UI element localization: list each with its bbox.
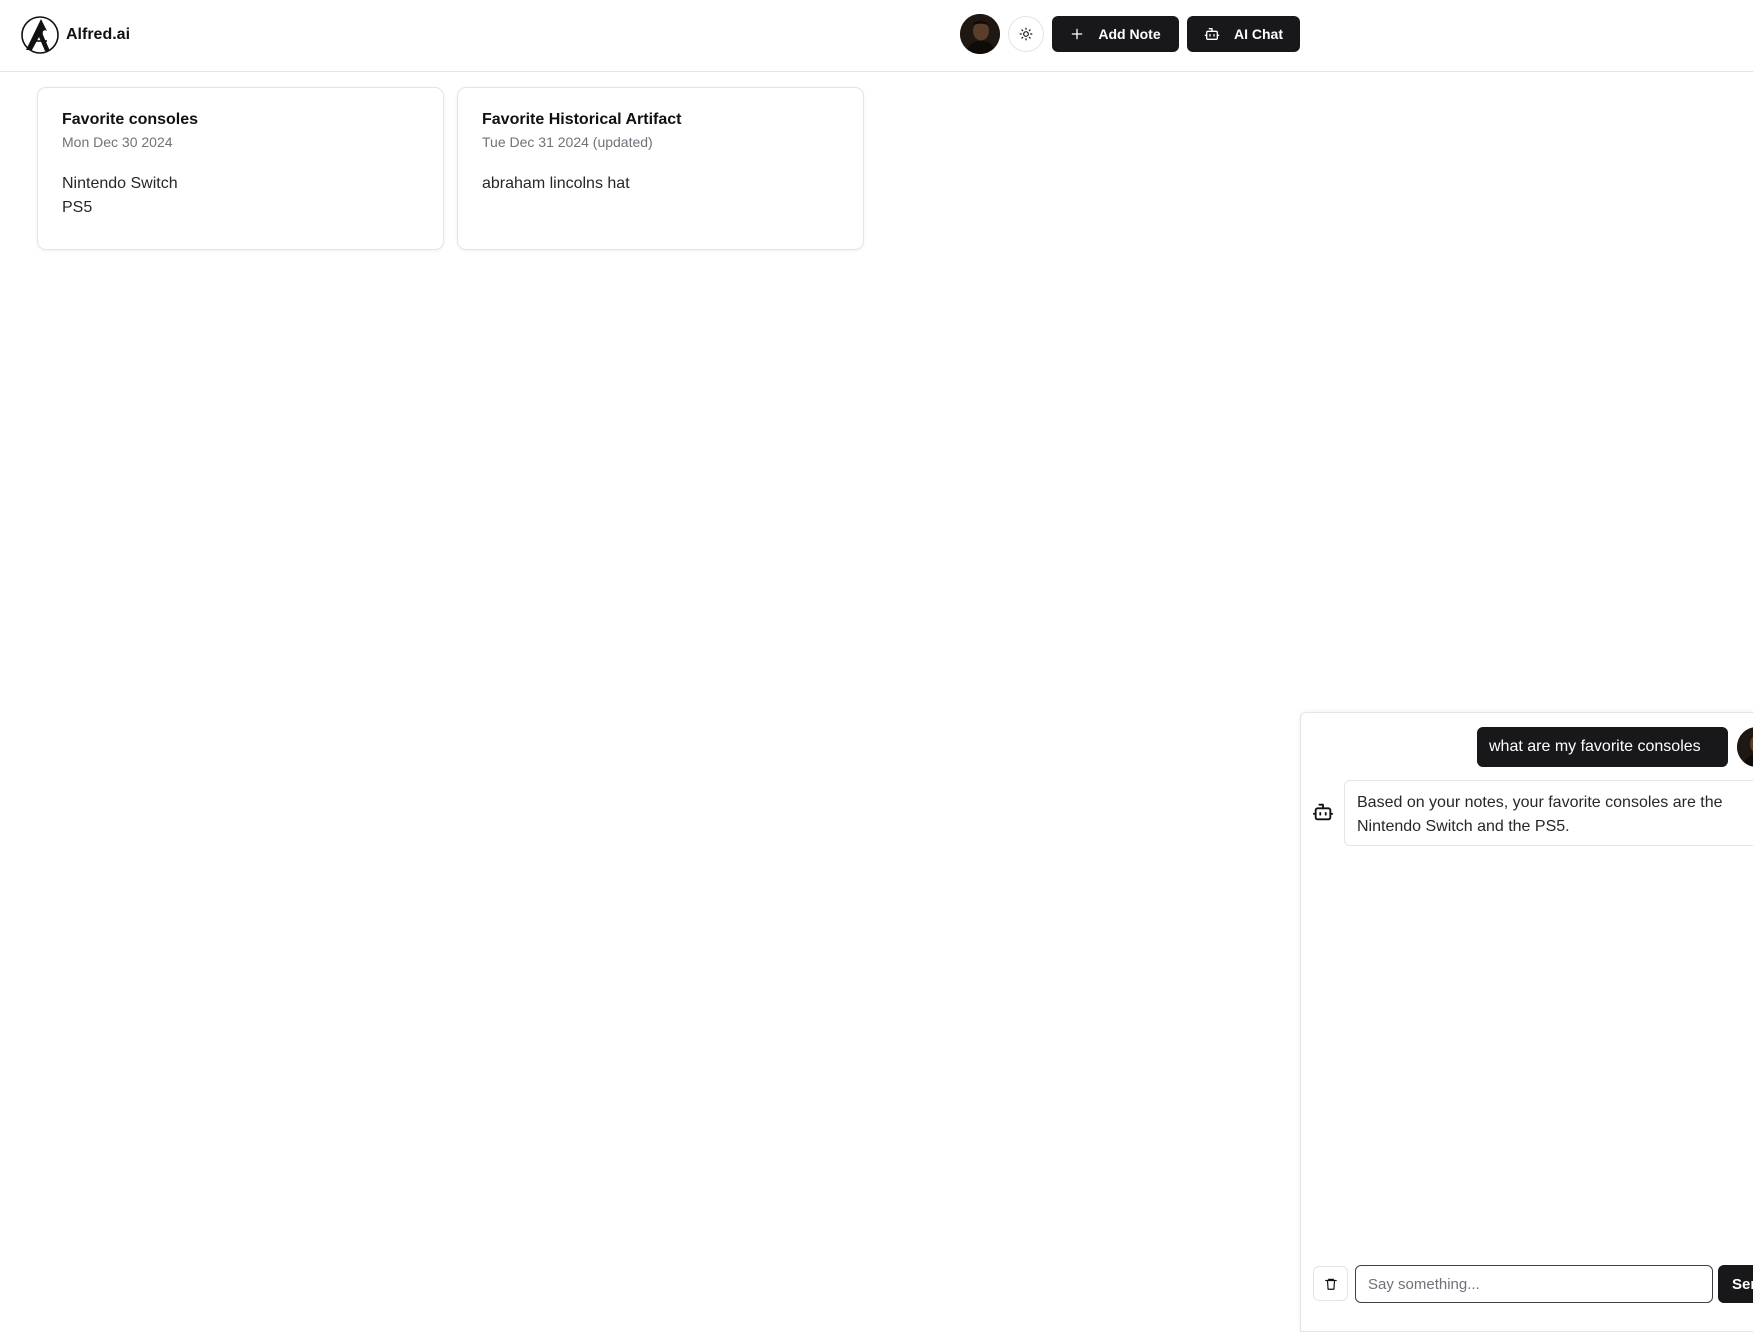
ai-chat-label: AI Chat [1234, 26, 1283, 42]
note-card[interactable]: Favorite consoles Mon Dec 30 2024 Ninten… [37, 87, 444, 250]
header-actions: Add Note AI Chat [960, 14, 1300, 54]
trash-icon [1324, 1278, 1337, 1290]
ai-chat-button[interactable]: AI Chat [1187, 16, 1300, 52]
avatar-image [960, 14, 1000, 54]
notes-grid: Favorite consoles Mon Dec 30 2024 Ninten… [37, 87, 864, 250]
brand[interactable]: Alfred.ai [20, 15, 130, 55]
add-note-button[interactable]: Add Note [1052, 16, 1179, 52]
clear-chat-button[interactable] [1313, 1266, 1348, 1301]
app-header: Alfred.ai Add Note AI Chat [0, 0, 1753, 72]
note-body: Nintendo Switch PS5 [62, 175, 178, 216]
add-note-label: Add Note [1098, 26, 1161, 42]
note-card[interactable]: Favorite Historical Artifact Tue Dec 31 … [457, 87, 864, 250]
note-body: abraham lincolns hat [482, 175, 630, 192]
note-date: Mon Dec 30 2024 [62, 134, 173, 150]
sun-icon [1019, 27, 1033, 41]
send-button[interactable]: Send [1718, 1265, 1753, 1303]
brand-name: Alfred.ai [66, 26, 131, 43]
avatar-image [1737, 727, 1753, 767]
chat-message-input[interactable] [1355, 1265, 1713, 1303]
ai-chat-panel: what are my favorite consoles Based on y… [1300, 712, 1753, 1332]
bot-icon [1204, 28, 1220, 40]
user-message-bubble: what are my favorite consoles [1477, 727, 1728, 767]
bot-icon [1312, 803, 1334, 821]
theme-toggle-button[interactable] [1008, 16, 1044, 52]
note-date: Tue Dec 31 2024 (updated) [482, 134, 653, 150]
user-avatar[interactable] [960, 14, 1000, 54]
note-title: Favorite Historical Artifact [482, 111, 682, 128]
chat-user-avatar [1737, 727, 1753, 767]
alfred-a-logo-icon [21, 16, 59, 54]
note-title: Favorite consoles [62, 111, 199, 128]
plus-icon [1072, 28, 1083, 40]
assistant-message-bubble: Based on your notes, your favorite conso… [1344, 780, 1753, 846]
